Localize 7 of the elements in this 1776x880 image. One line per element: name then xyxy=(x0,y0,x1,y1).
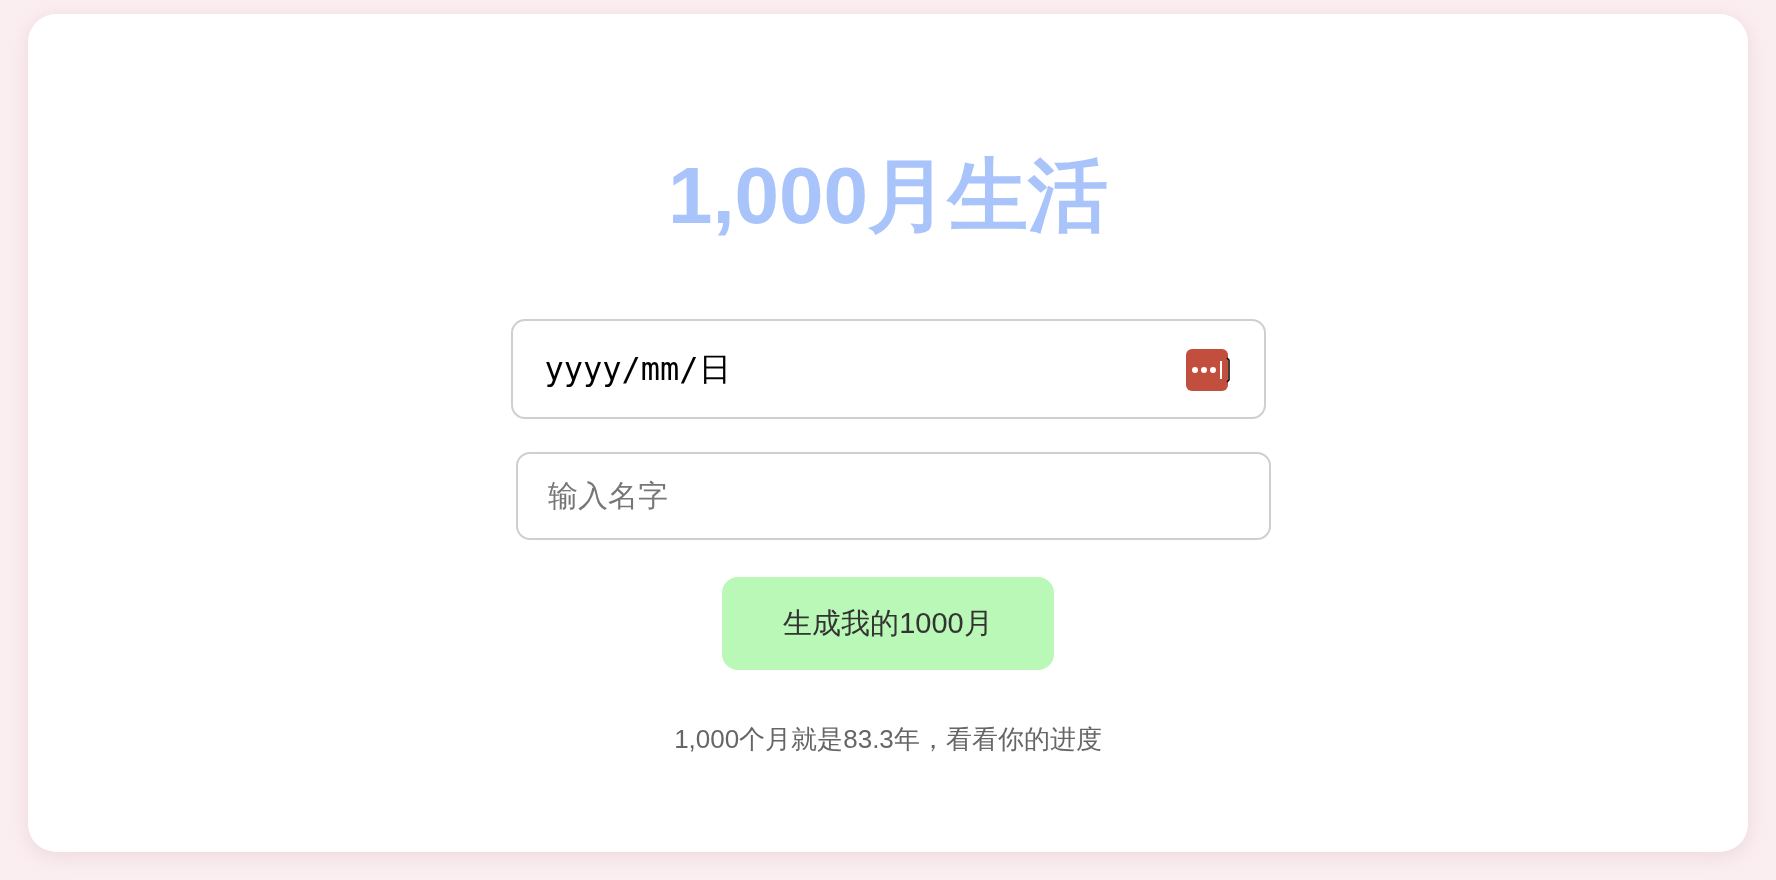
date-field[interactable]: yyyy/mm/日 xyxy=(510,319,1266,419)
date-placeholder: yyyy/mm/日 xyxy=(544,349,731,390)
page-title: 1,000月生活 xyxy=(667,150,1109,242)
footer-note: 1,000个月就是83.3年，看看你的进度 xyxy=(674,723,1102,756)
password-manager-icon[interactable] xyxy=(1185,349,1230,391)
name-field[interactable]: 输入名字 xyxy=(515,452,1271,540)
generate-button[interactable]: 生成我的1000月 xyxy=(722,577,1054,670)
